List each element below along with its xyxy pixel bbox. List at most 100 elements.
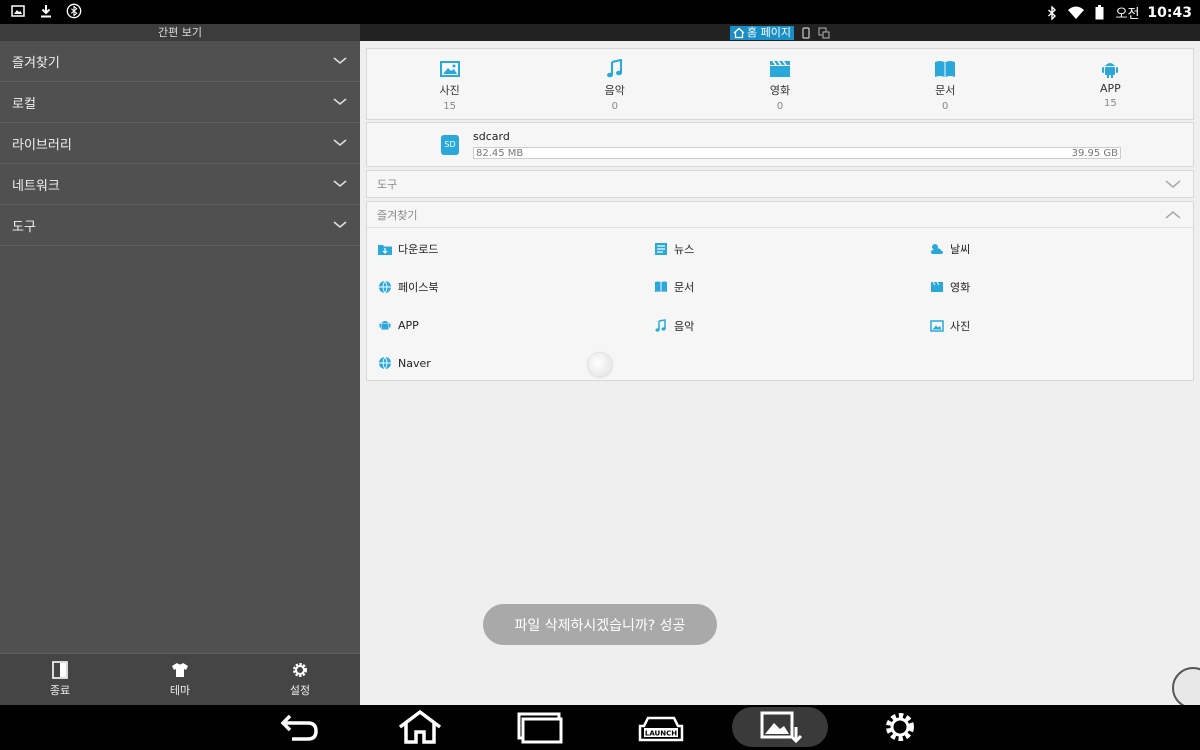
sidebar-item-label: 즐겨찾기 bbox=[12, 55, 60, 71]
category-count: 15 bbox=[1104, 98, 1117, 109]
bluetooth-circle-icon bbox=[66, 3, 82, 19]
battery-icon bbox=[1092, 5, 1108, 21]
favorite-news[interactable]: 뉴스 bbox=[654, 241, 694, 257]
category-label: 문서 bbox=[935, 84, 956, 97]
category-movies[interactable]: 영화 0 bbox=[697, 49, 862, 119]
back-button[interactable] bbox=[272, 707, 328, 747]
image-icon bbox=[930, 320, 944, 332]
favorite-label: APP bbox=[398, 318, 419, 332]
home-icon bbox=[398, 709, 442, 744]
storage-sdcard[interactable]: SD sdcard 82.45 MB 39.95 GB bbox=[366, 122, 1194, 167]
favorite-label: 사진 bbox=[950, 320, 971, 333]
favorite-label: Naver bbox=[398, 356, 431, 370]
status-clock: 10:43 bbox=[1147, 4, 1192, 21]
exit-button[interactable]: 종료 bbox=[0, 654, 120, 705]
screenshot-button[interactable] bbox=[732, 707, 828, 747]
download-folder-icon bbox=[378, 245, 392, 255]
chevron-down-icon bbox=[333, 57, 347, 65]
main-content: 홈 페이지 사진 15 음악 0 영화 0 문서 0 APP 15 SD sdc… bbox=[360, 24, 1200, 709]
screenshot-gallery-icon bbox=[760, 711, 803, 744]
book-icon bbox=[655, 281, 667, 292]
bluetooth-icon bbox=[1044, 5, 1060, 21]
category-count: 0 bbox=[776, 101, 784, 112]
favorite-label: 음악 bbox=[674, 320, 695, 333]
chevron-down-icon bbox=[333, 221, 347, 229]
favorite-facebook[interactable]: 페이스북 bbox=[378, 279, 438, 295]
sidebar-item-library[interactable]: 라이브러리 bbox=[0, 123, 360, 164]
home-page-tab[interactable]: 홈 페이지 bbox=[730, 25, 794, 40]
favorite-documents[interactable]: 문서 bbox=[654, 279, 694, 295]
sidebar-item-label: 도구 bbox=[12, 219, 36, 235]
favorite-label: 페이스북 bbox=[398, 281, 439, 294]
storage-used: 82.45 MB bbox=[476, 148, 524, 159]
favorite-weather[interactable]: 날씨 bbox=[930, 241, 970, 257]
category-apps[interactable]: APP 15 bbox=[1028, 49, 1193, 119]
sidebar: 간편 보기 즐겨찾기 로컬 라이브러리 네트워크 도구 종료 테마 설정 bbox=[0, 24, 360, 705]
sidebar-item-favorites[interactable]: 즐겨찾기 bbox=[0, 41, 360, 82]
book-icon bbox=[935, 61, 956, 77]
svg-text:LAUNCH: LAUNCH bbox=[645, 730, 677, 738]
chevron-down-icon bbox=[1165, 180, 1181, 188]
favorite-naver[interactable]: Naver bbox=[378, 356, 431, 370]
recent-apps-button[interactable] bbox=[512, 707, 568, 747]
home-button[interactable] bbox=[392, 707, 448, 747]
sidebar-title: 간편 보기 bbox=[0, 24, 360, 41]
exit-door-icon bbox=[52, 661, 68, 679]
gear-icon bbox=[886, 713, 914, 741]
remote-view-icon[interactable] bbox=[818, 26, 830, 39]
category-count: 15 bbox=[443, 101, 456, 112]
system-settings-button[interactable] bbox=[872, 707, 928, 747]
category-count: 0 bbox=[942, 101, 949, 112]
favorite-music[interactable]: 음악 bbox=[654, 318, 694, 334]
music-icon bbox=[655, 319, 666, 332]
recent-apps-icon bbox=[517, 712, 563, 744]
chevron-down-icon bbox=[333, 98, 347, 106]
settings-button[interactable]: 설정 bbox=[240, 654, 360, 705]
favorites-header[interactable]: 즐겨찾기 bbox=[367, 202, 1193, 228]
sidebar-item-label: 라이브러리 bbox=[12, 137, 72, 153]
category-music[interactable]: 음악 0 bbox=[532, 49, 697, 119]
favorites-section-title: 즐겨찾기 bbox=[377, 208, 418, 222]
home-icon bbox=[733, 27, 745, 38]
settings-label: 설정 bbox=[289, 684, 311, 697]
android-icon bbox=[379, 321, 391, 330]
tools-section[interactable]: 도구 bbox=[366, 170, 1194, 198]
floating-edit-button[interactable] bbox=[1172, 667, 1200, 709]
favorite-app[interactable]: APP bbox=[378, 318, 419, 332]
category-panel: 사진 15 음악 0 영화 0 문서 0 APP 15 bbox=[366, 48, 1194, 120]
system-nav-bar: LAUNCH bbox=[0, 705, 1200, 750]
sidebar-item-tools[interactable]: 도구 bbox=[0, 205, 360, 246]
favorite-photos[interactable]: 사진 bbox=[930, 318, 970, 334]
weather-icon bbox=[931, 244, 943, 254]
favorite-label: 다운로드 bbox=[398, 243, 439, 256]
news-icon bbox=[655, 243, 667, 255]
back-arrow-icon bbox=[280, 714, 318, 741]
globe-icon bbox=[379, 280, 391, 294]
download-notification-icon bbox=[38, 3, 54, 19]
storage-usage-bar: 82.45 MB 39.95 GB bbox=[473, 147, 1121, 159]
gear-icon bbox=[293, 663, 307, 677]
gallery-notification-icon bbox=[10, 3, 26, 19]
sidebar-item-label: 네트워크 bbox=[12, 178, 60, 194]
favorite-download[interactable]: 다운로드 bbox=[378, 241, 438, 257]
chevron-down-icon bbox=[333, 180, 347, 188]
sidebar-item-network[interactable]: 네트워크 bbox=[0, 164, 360, 205]
category-label: APP bbox=[1100, 82, 1121, 95]
tshirt-icon bbox=[172, 663, 188, 677]
launch-button[interactable]: LAUNCH bbox=[633, 707, 689, 747]
sidebar-item-label: 로컬 bbox=[12, 96, 36, 112]
home-page-tab-label: 홈 페이지 bbox=[747, 25, 791, 39]
sidebar-item-local[interactable]: 로컬 bbox=[0, 82, 360, 123]
category-label: 영화 bbox=[769, 84, 791, 97]
favorite-label: 영화 bbox=[950, 281, 971, 294]
category-photos[interactable]: 사진 15 bbox=[367, 49, 532, 119]
sdcard-icon: SD bbox=[441, 135, 459, 155]
favorite-movies[interactable]: 영화 bbox=[930, 279, 970, 295]
status-bar: 오전 10:43 bbox=[0, 0, 1200, 24]
category-documents[interactable]: 문서 0 bbox=[863, 49, 1028, 119]
theme-button[interactable]: 테마 bbox=[120, 654, 240, 705]
chevron-down-icon bbox=[333, 139, 347, 147]
phone-view-icon[interactable] bbox=[800, 26, 812, 39]
music-icon bbox=[606, 59, 622, 78]
wifi-icon bbox=[1067, 5, 1084, 21]
